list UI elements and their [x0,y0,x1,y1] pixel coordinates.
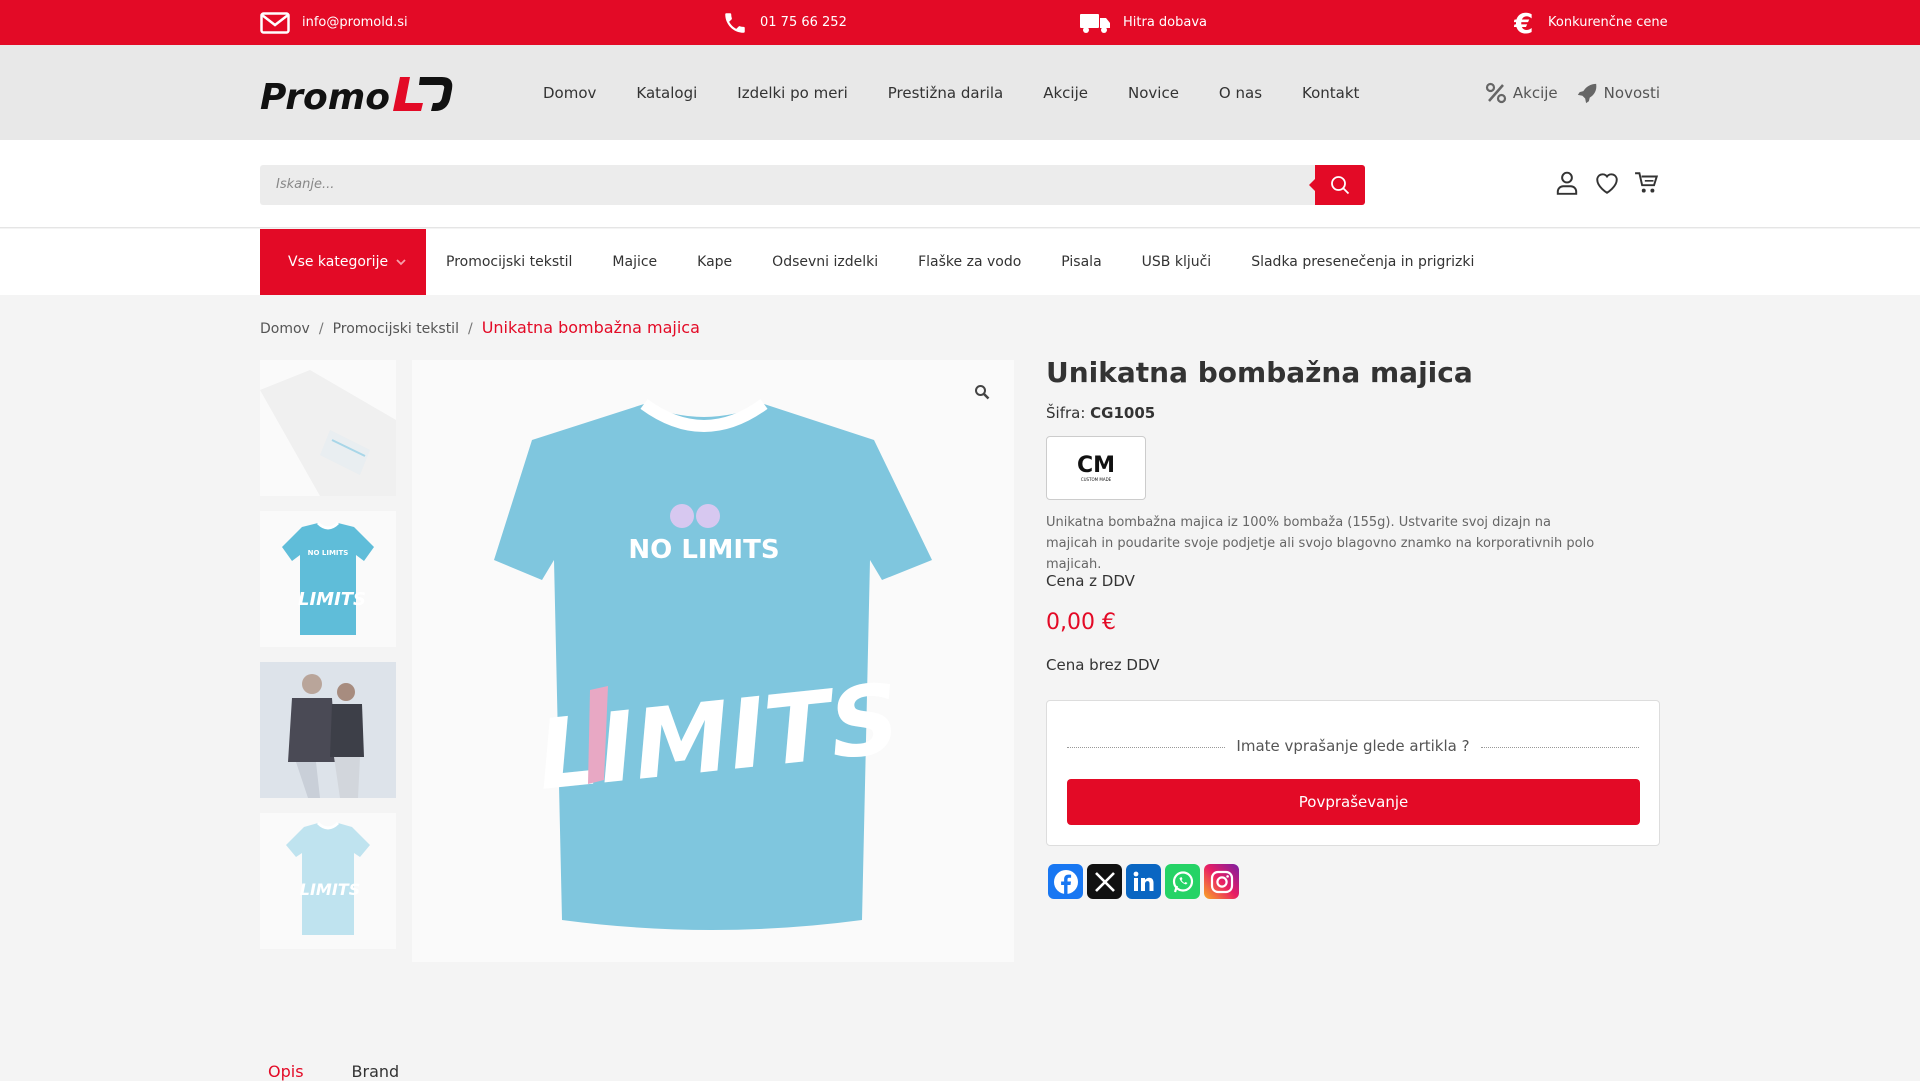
sku-label: Šifra: [1046,404,1086,422]
price-without-vat-label: Cena brez DDV [1046,656,1160,674]
linkedin-icon [1133,871,1153,891]
category-item-tshirts[interactable]: Majice [612,254,657,270]
search-row: Iskanje... [0,140,1920,228]
heart-icon[interactable] [1594,170,1620,196]
product-sku: Šifra: CG1005 [1046,404,1155,422]
rocket-icon [1577,83,1597,103]
quick-link-sales-label: Akcije [1512,83,1558,102]
euro-icon: € [1514,9,1533,37]
breadcrumb-current: Unikatna bombažna majica [481,318,700,337]
nav-item-sales[interactable]: Akcije [1043,84,1088,102]
social-share [1048,864,1239,899]
nav-item-contact[interactable]: Kontakt [1302,84,1359,102]
nav-item-catalogs[interactable]: Katalogi [636,84,697,102]
product-thumbnail-1[interactable] [260,360,396,496]
delivery-text: Hitra dobava [1123,15,1208,30]
product-thumbnail-4[interactable]: LIMITS [260,813,396,949]
thumb4-shirt-big-text: LIMITS [300,880,360,899]
chevron-down-icon [396,259,406,266]
brand-logo-subtext: CUSTOM MADE [1081,477,1112,482]
truck-icon [1080,13,1110,33]
inquiry-button[interactable]: Povpraševanje [1067,779,1640,825]
phone-text: 01 75 66 252 [760,15,847,30]
product-thumbnail-2[interactable]: NO LIMITS LIMITS [260,511,396,647]
thumb-shirt-chest-text: NO LIMITS [308,549,349,557]
category-item-usb[interactable]: USB ključi [1142,254,1212,270]
cart-icon[interactable] [1634,170,1660,196]
envelope-icon [260,11,290,34]
brand-logo[interactable]: CM CUSTOM MADE [1046,436,1146,500]
percent-icon [1485,82,1507,103]
main-shirt-chest-text: NO LIMITS [628,535,779,565]
breadcrumb: Domov / Promocijski tekstil / Unikatna bomba… [260,318,700,337]
whatsapp-share-button[interactable] [1165,864,1200,899]
inquiry-box: Imate vprašanje glede artikla ? Povpraše… [1046,700,1660,846]
whatsapp-icon [1172,870,1193,892]
linkedin-share-button[interactable] [1126,864,1161,899]
search-button[interactable] [1309,165,1365,205]
tab-brand[interactable]: Brand [352,1062,400,1081]
instagram-icon [1210,870,1233,893]
main-header: Promo Domov Katalogi Izdelki po meri Pre… [0,45,1920,140]
quick-link-news-label: Novosti [1603,83,1660,102]
search-bar: Iskanje... [260,165,1365,205]
all-categories-label: Vse kategorije [288,254,389,270]
product-title: Unikatna bombažna majica [1046,356,1473,389]
search-icon [1331,176,1350,195]
category-item-textile[interactable]: Promocijski tekstil [446,254,572,270]
product-price: 0,00 € [1046,610,1116,635]
product-main-image[interactable]: NO LIMITS LIMITS [412,360,1014,962]
prices-info: € Konkurenčne cene [1514,0,1668,45]
prices-text: Konkurenčne cene [1548,15,1668,30]
price-with-vat-label: Cena z DDV [1046,572,1135,590]
all-categories-button[interactable]: Vse kategorije [260,229,426,295]
main-nav: Domov Katalogi Izdelki po meri Prestižna… [543,45,1399,140]
delivery-info: Hitra dobava [1079,0,1207,45]
tab-description[interactable]: Opis [268,1062,304,1081]
inquiry-question: Imate vprašanje glede artikla ? [1236,737,1470,755]
email-contact[interactable]: info@promold.si [260,0,408,45]
category-item-bottles[interactable]: Flaške za vodo [918,254,1021,270]
category-item-sweets[interactable]: Sladka presenečenja in prigrizki [1251,254,1474,270]
site-logo[interactable]: Promo [260,73,455,118]
phone-contact[interactable]: 01 75 66 252 [722,0,847,45]
top-bar: info@promold.si 01 75 66 252 Hitra dobav… [0,0,1920,45]
breadcrumb-category[interactable]: Promocijski tekstil [333,321,459,337]
nav-item-news[interactable]: Novice [1128,84,1179,102]
breadcrumb-home[interactable]: Domov [260,321,310,337]
nav-item-home[interactable]: Domov [543,84,596,102]
nav-item-custom[interactable]: Izdelki po meri [737,84,847,102]
category-item-pens[interactable]: Pisala [1061,254,1101,270]
instagram-share-button[interactable] [1204,864,1239,899]
account-icons [1554,170,1660,196]
brand-logo-text: CM [1077,453,1115,478]
product-thumbnail-3[interactable] [260,662,396,798]
category-item-caps[interactable]: Kape [697,254,732,270]
zoom-icon[interactable] [974,384,990,400]
nav-item-about[interactable]: O nas [1219,84,1262,102]
search-input[interactable]: Iskanje... [276,165,334,205]
category-bar: Vse kategorije Promocijski tekstil Majic… [0,229,1920,295]
thumb-shirt-big-text: LIMITS [298,589,366,610]
phone-icon [725,12,745,33]
email-text: info@promold.si [302,15,408,30]
category-item-reflective[interactable]: Odsevni izdelki [772,254,878,270]
svg-text:Promo: Promo [260,77,390,115]
facebook-share-button[interactable] [1048,864,1083,899]
svg-text:€: € [1514,9,1533,37]
product-tabs: Opis Brand [268,1062,399,1081]
x-icon [1094,871,1115,892]
product-description: Unikatna bombažna majica iz 100% bombaža… [1046,515,1595,572]
facebook-icon [1053,869,1078,894]
category-list: Promocijski tekstil Majice Kape Odsevni … [446,229,1514,295]
x-share-button[interactable] [1087,864,1122,899]
quick-links: Akcije Novosti [1485,45,1660,140]
sku-value: CG1005 [1090,404,1156,422]
quick-link-sales[interactable]: Akcije [1485,82,1558,104]
user-icon[interactable] [1554,170,1580,196]
nav-item-gifts[interactable]: Prestižna darila [888,84,1003,102]
quick-link-news[interactable]: Novosti [1576,82,1660,104]
